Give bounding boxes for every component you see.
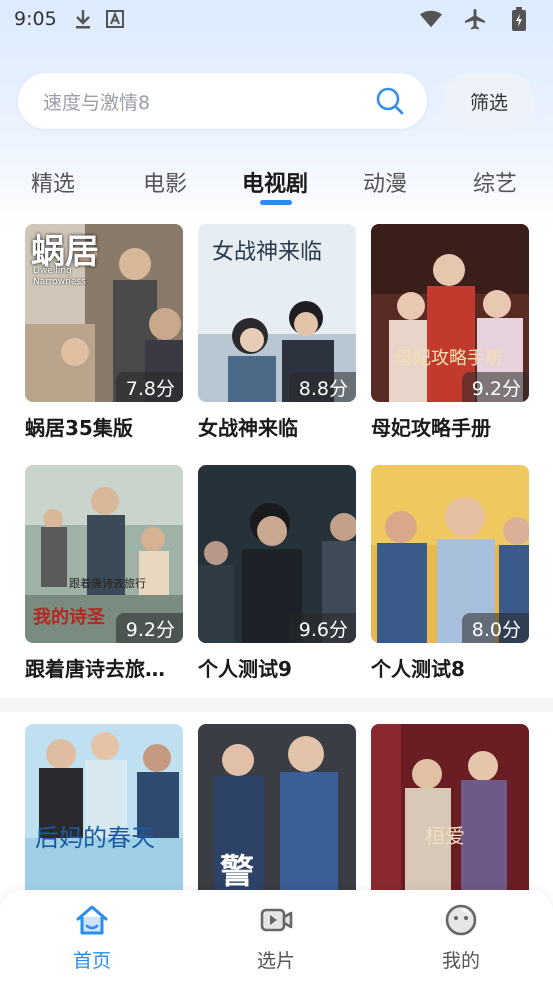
a-letter-icon <box>103 7 127 31</box>
section-divider <box>0 698 553 712</box>
media-card[interactable]: 桓爱 <box>371 724 529 902</box>
media-card[interactable]: 母妃攻略手册 9.2分 母妃攻略手册 <box>371 224 529 441</box>
poster-subtitle-text: 我的诗圣 <box>33 607 105 628</box>
poster[interactable]: 桓爱 <box>371 724 529 902</box>
card-title[interactable]: 跟着唐诗去旅… <box>25 653 183 682</box>
profile-face-icon[interactable] <box>443 902 479 938</box>
active-tab-indicator <box>260 200 292 205</box>
poster-subtitle-text: Dwelling Narrowness <box>33 266 86 287</box>
tab-featured[interactable]: 精选 <box>31 166 75 198</box>
nav-label: 选片 <box>256 950 295 972</box>
tab-tv-series[interactable]: 电视剧 <box>242 166 308 198</box>
tab-variety[interactable]: 综艺 <box>473 166 517 198</box>
poster-title-text: 跟着唐诗去旅行 <box>69 577 146 590</box>
poster[interactable]: 后妈的春天 <box>25 724 183 902</box>
search-input[interactable]: 速度与激情8 <box>18 73 427 129</box>
rating-badge: 8.0分 <box>461 613 529 643</box>
home-icon[interactable] <box>74 902 110 938</box>
poster[interactable]: 9.6分 <box>198 465 356 643</box>
card-title[interactable]: 蜗居35集版 <box>25 412 183 441</box>
nav-label: 首页 <box>72 950 111 972</box>
video-icon[interactable] <box>258 902 294 938</box>
poster-title-text: 后妈的春天 <box>35 824 155 852</box>
card-title[interactable]: 母妃攻略手册 <box>371 412 529 441</box>
tab-anime[interactable]: 动漫 <box>363 166 407 198</box>
rating-badge: 9.2分 <box>115 613 183 643</box>
nav-profile[interactable]: 我的 <box>406 902 516 973</box>
poster[interactable]: 蜗居 Dwelling Narrowness 7.8分 <box>25 224 183 402</box>
bottom-navigation: 首页 选片 我的 <box>0 890 553 984</box>
media-card[interactable]: 警 <box>198 724 356 902</box>
poster[interactable]: 8.0分 <box>371 465 529 643</box>
rating-badge: 8.8分 <box>288 372 356 402</box>
poster[interactable]: 跟着唐诗去旅行 我的诗圣 9.2分 <box>25 465 183 643</box>
poster-title-text: 警 <box>220 852 254 892</box>
search-row: 速度与激情8 筛选 <box>18 73 536 129</box>
rating-badge: 9.6分 <box>288 613 356 643</box>
battery-icon <box>507 7 531 31</box>
airplane-icon <box>463 7 487 31</box>
wifi-icon <box>419 7 443 31</box>
media-card[interactable]: 女战神来临 8.8分 女战神来临 <box>198 224 356 441</box>
media-card[interactable]: 蜗居 Dwelling Narrowness 7.8分 蜗居35集版 <box>25 224 183 441</box>
rating-badge: 9.2分 <box>461 372 529 402</box>
poster-image <box>371 724 529 902</box>
poster[interactable]: 女战神来临 8.8分 <box>198 224 356 402</box>
nav-pick-video[interactable]: 选片 <box>221 902 331 973</box>
poster-title-text: 母妃攻略手册 <box>395 348 503 369</box>
card-title[interactable]: 女战神来临 <box>198 412 356 441</box>
poster[interactable]: 母妃攻略手册 9.2分 <box>371 224 529 402</box>
media-card[interactable]: 后妈的春天 <box>25 724 183 902</box>
card-title[interactable]: 个人测试8 <box>371 653 529 682</box>
tab-movies[interactable]: 电影 <box>143 166 187 198</box>
card-title[interactable]: 个人测试9 <box>198 653 356 682</box>
poster-title-text: 桓爱 <box>425 824 465 848</box>
nav-home[interactable]: 首页 <box>37 902 147 973</box>
nav-label: 我的 <box>441 950 480 972</box>
media-card[interactable]: 跟着唐诗去旅行 我的诗圣 9.2分 跟着唐诗去旅… <box>25 465 183 682</box>
filter-button[interactable]: 筛选 <box>443 73 535 129</box>
category-tabs: 精选 电影 电视剧 动漫 综艺 <box>0 160 553 208</box>
poster-title-text: 女战神来临 <box>212 240 323 265</box>
download-icon <box>71 7 95 31</box>
status-time: 9:05 <box>14 8 57 30</box>
media-card[interactable]: 9.6分 个人测试9 <box>198 465 356 682</box>
search-icon[interactable] <box>375 86 405 116</box>
search-placeholder: 速度与激情8 <box>43 91 151 114</box>
rating-badge: 7.8分 <box>115 372 183 402</box>
media-card[interactable]: 8.0分 个人测试8 <box>371 465 529 682</box>
poster-image <box>25 724 183 902</box>
status-bar: 9:05 <box>0 0 553 38</box>
poster[interactable]: 警 <box>198 724 356 902</box>
